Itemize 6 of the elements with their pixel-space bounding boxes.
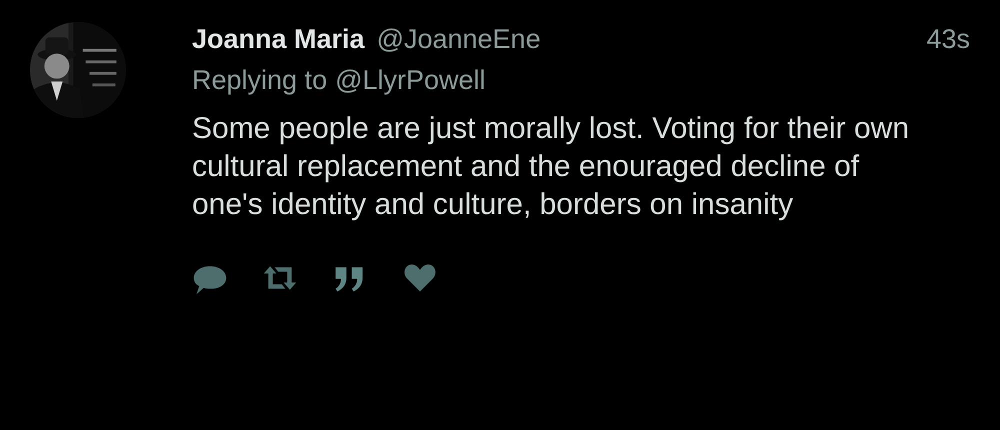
tweet-text: Some people are just morally lost. Voting for their own cultural replacement and the enouraged decline of one's identity and culture, borders on insanity <box>192 111 910 223</box>
replying-label: Replying to <box>192 65 328 96</box>
display-name[interactable]: Joanna Maria <box>192 24 365 55</box>
user-handle[interactable]: @JoanneEne <box>376 24 541 55</box>
reply-handle-link[interactable]: @LlyrPowell <box>335 65 486 96</box>
timestamp: 43s <box>926 24 970 55</box>
